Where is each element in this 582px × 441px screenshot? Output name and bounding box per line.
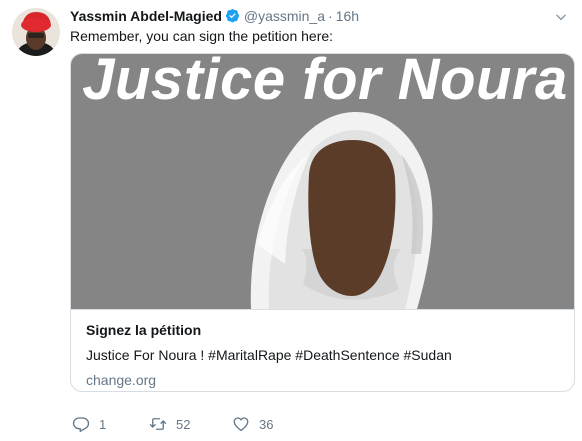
card-image-title: Justice for Noura bbox=[82, 54, 568, 112]
author-handle[interactable]: @yassmin_a bbox=[244, 8, 325, 24]
tweet-text: Remember, you can sign the petition here… bbox=[70, 28, 334, 44]
card-description: Justice For Noura ! #MaritalRape #DeathS… bbox=[86, 347, 452, 363]
avatar-image bbox=[12, 8, 60, 56]
tweet-header: Yassmin Abdel-Magied @yassmin_a · 16h bbox=[70, 8, 568, 28]
card-image[interactable]: Justice for Noura bbox=[71, 54, 574, 309]
card-domain: change.org bbox=[86, 372, 157, 388]
tweet-timestamp[interactable]: 16h bbox=[336, 8, 359, 24]
retweet-icon bbox=[149, 418, 167, 430]
reply-button[interactable]: 1 bbox=[72, 413, 106, 435]
card-body[interactable]: Signez la pétition Justice For Noura ! #… bbox=[71, 309, 574, 391]
card-title: Signez la pétition bbox=[86, 322, 202, 338]
retweet-button[interactable]: 52 bbox=[149, 413, 190, 435]
avatar[interactable] bbox=[12, 8, 60, 56]
retweet-count: 52 bbox=[176, 416, 191, 432]
like-icon bbox=[233, 417, 249, 432]
author-display-name[interactable]: Yassmin Abdel-Magied bbox=[70, 8, 222, 24]
verified-badge-icon bbox=[225, 8, 240, 23]
reply-icon bbox=[72, 417, 90, 433]
like-button[interactable]: 36 bbox=[232, 413, 273, 435]
like-count: 36 bbox=[259, 416, 274, 432]
chevron-down-icon[interactable] bbox=[554, 10, 568, 24]
reply-count: 1 bbox=[99, 416, 107, 432]
link-preview-card[interactable]: Justice for Noura Signez la pétition Jus… bbox=[70, 53, 575, 392]
separator-dot: · bbox=[328, 8, 333, 24]
